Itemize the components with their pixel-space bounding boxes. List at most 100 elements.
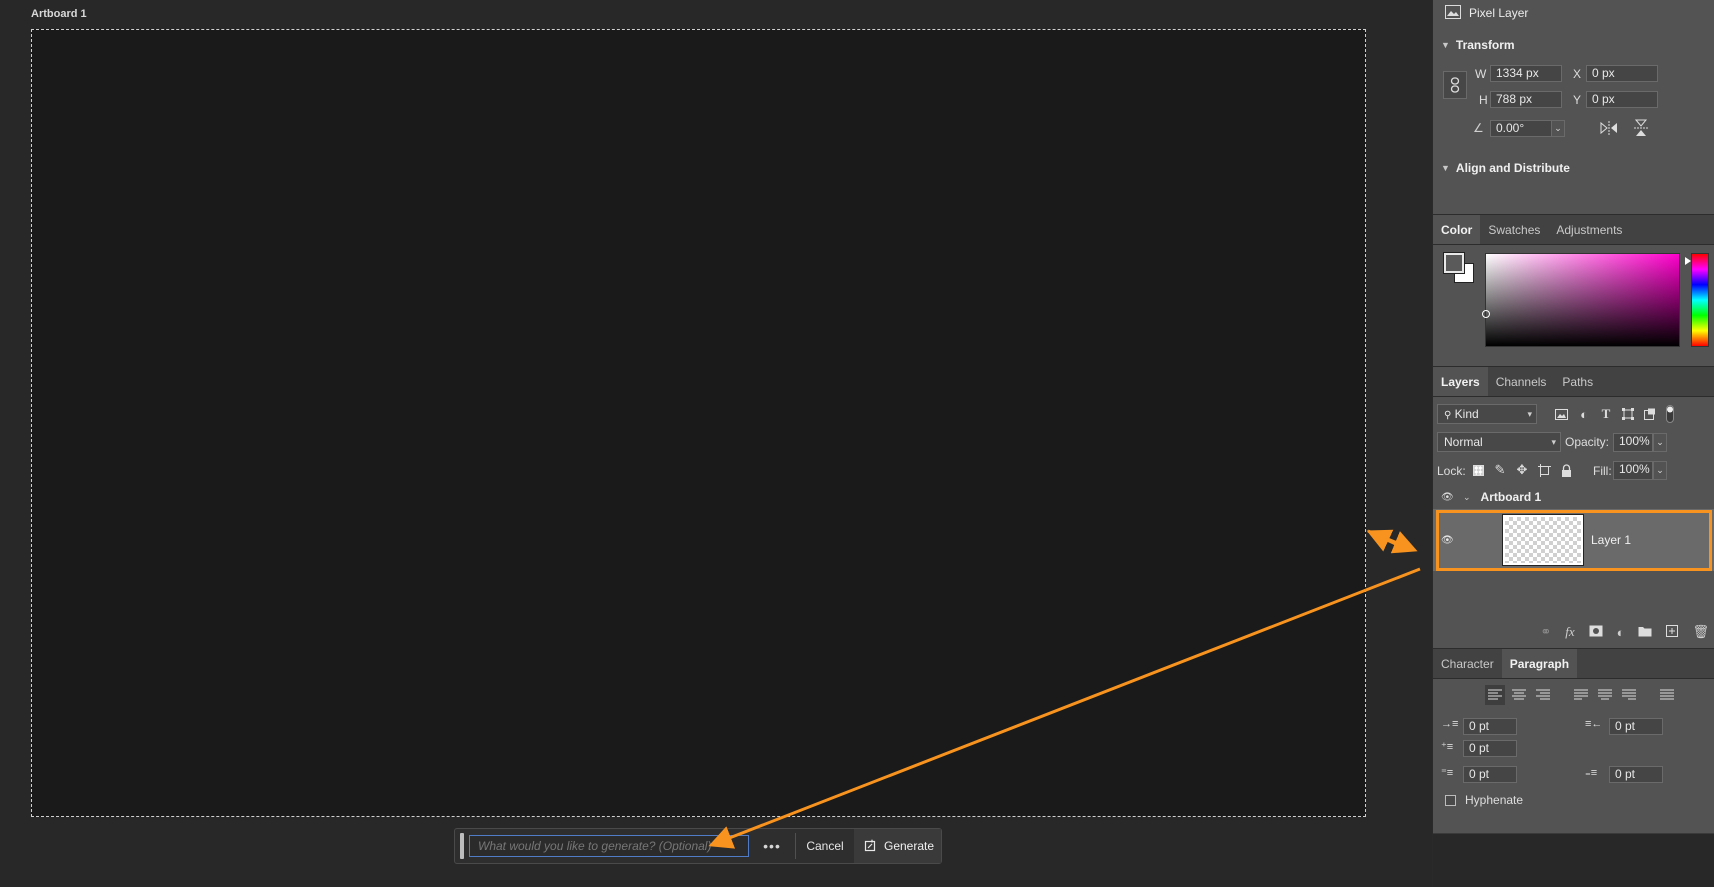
y-field[interactable]: 0 px	[1586, 91, 1658, 108]
generate-button[interactable]: Generate	[854, 829, 941, 863]
image-icon	[1445, 4, 1461, 22]
chevron-down-icon: ▼	[1441, 163, 1450, 173]
new-adjustment-layer-icon[interactable]: ◐	[1617, 625, 1625, 640]
kind-filter-select[interactable]: ⚲ Kind ▾	[1437, 404, 1537, 424]
align-center-icon[interactable]	[1509, 685, 1529, 705]
fx-icon[interactable]: fx	[1565, 624, 1574, 640]
space-before-field[interactable]: 0 pt	[1463, 766, 1517, 783]
layer-highlight-box	[1436, 510, 1712, 571]
add-mask-icon[interactable]	[1589, 625, 1603, 640]
canvas-area[interactable]: Artboard 1 ••• Cancel Generate	[0, 0, 1432, 887]
justify-last-center-icon[interactable]	[1595, 685, 1615, 705]
new-group-icon[interactable]	[1638, 625, 1652, 640]
indent-left-field[interactable]: 0 pt	[1463, 718, 1517, 735]
more-options-button[interactable]: •••	[749, 829, 795, 863]
chevron-down-icon: ▾	[1551, 437, 1556, 447]
filter-toggle-icon[interactable]	[1663, 403, 1677, 425]
lock-position-icon[interactable]: ✥	[1513, 461, 1531, 479]
cancel-button[interactable]: Cancel	[796, 829, 854, 863]
text-panel-tabs: Character Paragraph	[1433, 649, 1714, 679]
tab-channels[interactable]: Channels	[1488, 367, 1555, 396]
link-layers-icon[interactable]: ⚭	[1540, 624, 1551, 640]
opacity-slider-chevron-icon[interactable]: ⌄	[1653, 433, 1667, 452]
tab-paths[interactable]: Paths	[1554, 367, 1601, 396]
generate-prompt-input[interactable]	[469, 835, 749, 857]
hue-slider[interactable]	[1691, 253, 1709, 347]
justify-last-right-icon[interactable]	[1619, 685, 1639, 705]
hyphenate-checkbox[interactable]	[1445, 795, 1456, 806]
blend-mode-select[interactable]: Normal ▾	[1437, 432, 1561, 452]
indent-right-icon: ≡←	[1585, 718, 1603, 730]
filter-smart-object-icon[interactable]	[1641, 405, 1659, 423]
layer-group-row[interactable]: 👁 ⌄ Artboard 1	[1433, 486, 1714, 508]
justify-last-left-icon[interactable]	[1571, 685, 1591, 705]
new-layer-icon[interactable]	[1666, 624, 1679, 640]
layer-type-label: Pixel Layer	[1469, 6, 1529, 20]
x-field[interactable]: 0 px	[1586, 65, 1658, 82]
align-right-icon[interactable]	[1533, 685, 1553, 705]
transform-title: Transform	[1455, 38, 1515, 52]
filter-adjustment-icon[interactable]: ◐	[1575, 405, 1593, 423]
align-distribute-section-header[interactable]: ▼ Align and Distribute	[1433, 155, 1570, 181]
transform-section-header[interactable]: ▼ Transform	[1433, 32, 1714, 58]
filter-pixel-icon[interactable]	[1552, 405, 1570, 423]
align-left-icon[interactable]	[1485, 685, 1505, 705]
hue-slider-marker-icon[interactable]	[1685, 257, 1691, 265]
indent-first-line-field[interactable]: 0 pt	[1463, 740, 1517, 757]
artboard-title[interactable]: Artboard 1	[31, 8, 87, 20]
right-panel: Pixel Layer ▼ Transform W 1334 px X 0 px…	[1432, 0, 1714, 887]
flip-vertical-icon[interactable]	[1631, 118, 1651, 138]
drag-handle[interactable]	[460, 833, 464, 859]
group-name[interactable]: Artboard 1	[1481, 490, 1542, 504]
x-label: X	[1573, 67, 1582, 81]
properties-panel: Pixel Layer ▼ Transform W 1334 px X 0 px…	[1433, 0, 1714, 215]
angle-field[interactable]: 0.00°	[1490, 120, 1552, 137]
width-label: W	[1475, 67, 1487, 81]
filter-shape-icon[interactable]	[1619, 405, 1637, 423]
lock-label: Lock:	[1437, 464, 1466, 478]
y-label: Y	[1573, 93, 1582, 107]
color-picker-cursor[interactable]	[1482, 310, 1490, 318]
layers-footer: ⚭ fx ◐ 🗑	[1433, 617, 1714, 647]
lock-artboard-icon[interactable]	[1535, 461, 1553, 479]
align-distribute-title: Align and Distribute	[1455, 161, 1570, 175]
artboard[interactable]	[31, 29, 1366, 817]
tab-layers[interactable]: Layers	[1433, 367, 1488, 396]
angle-icon: ∠	[1473, 121, 1484, 135]
fill-field[interactable]: 100%	[1613, 461, 1653, 480]
tab-adjustments[interactable]: Adjustments	[1548, 215, 1630, 244]
link-dimensions-icon[interactable]	[1443, 71, 1467, 99]
chevron-down-icon: ▼	[1441, 40, 1450, 50]
lock-image-pixels-icon[interactable]: ✎	[1491, 461, 1509, 479]
width-field[interactable]: 1334 px	[1490, 65, 1562, 82]
tab-color[interactable]: Color	[1433, 215, 1481, 244]
angle-dropdown-chevron-icon[interactable]: ⌄	[1551, 120, 1565, 137]
height-label: H	[1479, 93, 1488, 107]
tab-character[interactable]: Character	[1433, 649, 1502, 678]
indent-first-line-icon: ⁺≡	[1441, 741, 1454, 753]
panel-bottom-strip	[1433, 833, 1714, 887]
lock-all-icon[interactable]	[1557, 461, 1575, 479]
indent-left-icon: →≡	[1441, 718, 1459, 730]
tab-paragraph[interactable]: Paragraph	[1501, 649, 1578, 678]
lock-transparent-pixels-icon[interactable]	[1469, 461, 1487, 479]
opacity-field[interactable]: 100%	[1613, 433, 1653, 452]
height-field[interactable]: 788 px	[1490, 91, 1562, 108]
foreground-color-swatch[interactable]	[1443, 252, 1465, 274]
justify-all-icon[interactable]	[1657, 685, 1677, 705]
fill-slider-chevron-icon[interactable]: ⌄	[1653, 461, 1667, 480]
chevron-down-icon: ▾	[1527, 409, 1532, 419]
space-before-icon: ⁼≡	[1441, 767, 1454, 779]
color-field[interactable]	[1482, 253, 1680, 347]
tab-swatches[interactable]: Swatches	[1480, 215, 1548, 244]
filter-type-icon[interactable]: T	[1597, 405, 1615, 423]
layers-panel: Layers Channels Paths ⚲ Kind ▾ ◐ T Norma…	[1433, 367, 1714, 649]
color-panel: Color Swatches Adjustments	[1433, 215, 1714, 367]
space-after-field[interactable]: 0 pt	[1609, 766, 1663, 783]
chevron-down-icon[interactable]: ⌄	[1463, 492, 1471, 503]
contextual-task-bar: ••• Cancel Generate	[454, 828, 942, 864]
eye-icon[interactable]: 👁	[1441, 492, 1455, 503]
flip-horizontal-icon[interactable]	[1599, 118, 1619, 138]
delete-layer-icon[interactable]: 🗑	[1692, 624, 1709, 640]
indent-right-field[interactable]: 0 pt	[1609, 718, 1663, 735]
